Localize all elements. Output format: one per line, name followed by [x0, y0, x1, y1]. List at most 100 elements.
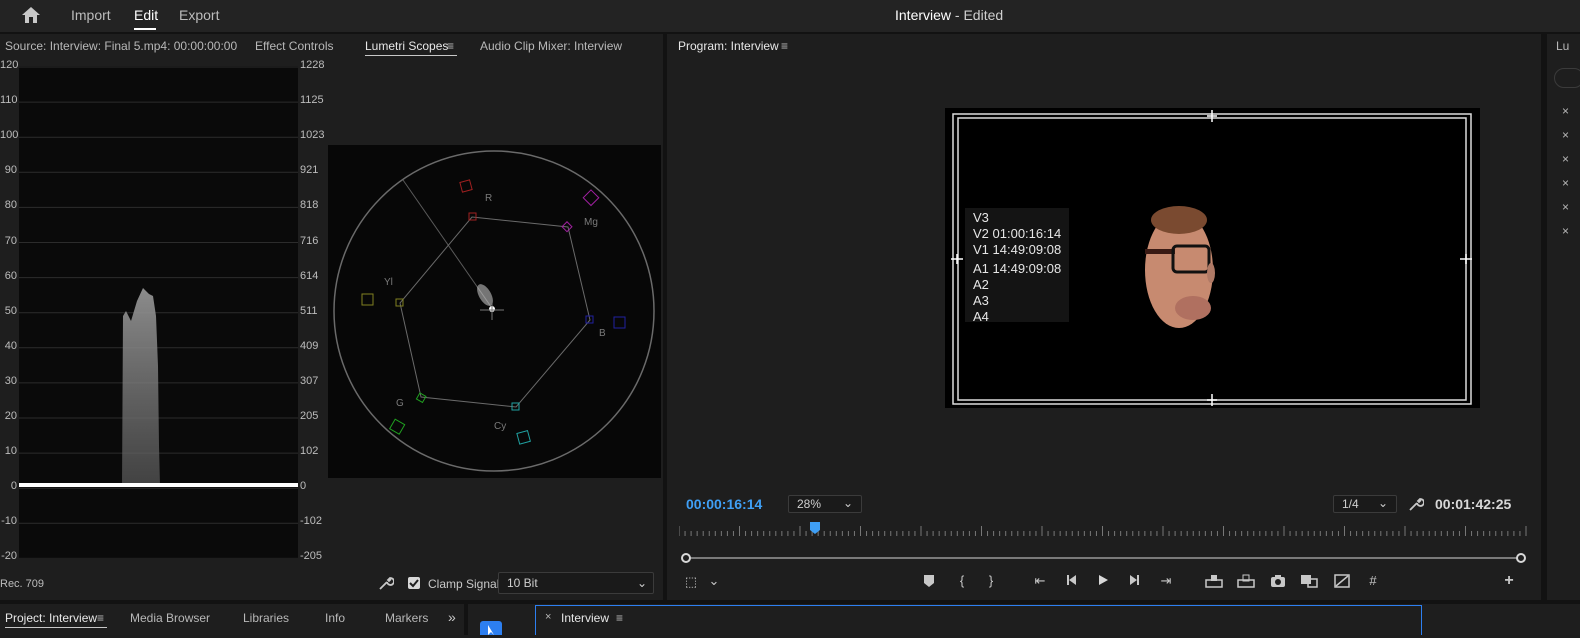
waveform-left-tick: 90 [4, 164, 17, 177]
waveform-left-tick: 40 [4, 339, 17, 352]
scrollbar-end-handle[interactable] [1516, 553, 1526, 563]
close-icon[interactable]: × [1562, 152, 1569, 166]
waveform-scope [19, 66, 298, 559]
close-icon[interactable]: × [1562, 176, 1569, 190]
extract-icon[interactable] [1237, 574, 1255, 591]
tab-timeline-interview[interactable]: Interview [561, 611, 609, 625]
waveform-left-tick: 20 [4, 410, 17, 422]
nav-edit[interactable]: Edit [134, 7, 158, 23]
document-title: Interview - Edited [895, 7, 1004, 23]
tab-media-browser[interactable]: Media Browser [130, 611, 210, 625]
search-input[interactable] [1554, 68, 1580, 88]
tab-source[interactable]: Source: Interview: Final 5.mp4: 00:00:00… [5, 39, 237, 53]
resolution-select[interactable]: 1/4 ⌄ [1333, 495, 1397, 513]
go-to-out-icon[interactable]: ⇥ [1157, 573, 1175, 589]
step-back-icon[interactable] [1064, 574, 1080, 589]
zoom-value: 28% [797, 497, 822, 511]
camera-icon[interactable] [1269, 574, 1287, 591]
close-icon[interactable]: × [1562, 224, 1569, 238]
more-tabs-icon[interactable]: » [448, 609, 456, 625]
vectorscope: R Mg Yl B G Cy [328, 145, 661, 478]
waveform-left-tick: -20 [1, 550, 17, 563]
vectorscope-label-yl: Yl [384, 277, 393, 288]
chevron-down-icon[interactable]: ⌄ [706, 573, 722, 589]
active-tab-underline [5, 627, 107, 628]
tab-audio-clip-mixer[interactable]: Audio Clip Mixer: Interview [480, 39, 622, 53]
overlay-v3: V3 [973, 210, 989, 225]
waveform-right-tick: -205 [300, 550, 323, 563]
chevron-down-icon: ⌄ [842, 496, 853, 510]
selection-tool-icon[interactable] [480, 621, 502, 635]
mark-out-icon[interactable]: } [983, 573, 999, 588]
comparison-view-icon[interactable] [1300, 574, 1318, 591]
waveform-right-tick: 1125 [300, 94, 324, 107]
timeline-panel [535, 605, 1422, 635]
panel-menu-icon[interactable]: ≡ [781, 39, 788, 53]
panel-menu-icon[interactable]: ≡ [447, 39, 454, 53]
close-icon[interactable]: × [1562, 128, 1569, 142]
tab-info[interactable]: Info [325, 611, 345, 625]
clamp-signal-checkbox[interactable] [408, 577, 420, 589]
waveform-right-tick: 409 [300, 339, 319, 352]
waveform-left-tick: 100 [0, 129, 19, 142]
proxy-toggle-icon[interactable] [1333, 574, 1351, 591]
waveform-right-tick: 1023 [300, 129, 325, 142]
vectorscope-label-cy: Cy [494, 421, 506, 432]
zoom-scrollbar[interactable] [681, 553, 1526, 563]
waveform-left-tick: 70 [4, 234, 17, 247]
home-icon[interactable] [20, 5, 42, 25]
nav-import[interactable]: Import [71, 7, 111, 23]
select-zoom-icon[interactable]: ⬚ [683, 574, 699, 590]
bit-depth-select[interactable]: 10 Bit ⌄ [498, 572, 654, 594]
tab-lumetri-stub[interactable]: Lu [1556, 39, 1569, 53]
add-button-icon[interactable]: + [1500, 572, 1518, 590]
panel-menu-icon[interactable]: ≡ [97, 611, 104, 625]
waveform-left-tick: 0 [10, 480, 17, 493]
step-forward-icon[interactable] [1126, 574, 1142, 589]
tab-lumetri-scopes[interactable]: Lumetri Scopes [365, 39, 448, 53]
waveform-black-line [19, 483, 298, 487]
nav-export[interactable]: Export [179, 7, 219, 23]
time-ruler[interactable] [678, 522, 1527, 540]
tab-libraries[interactable]: Libraries [243, 611, 289, 625]
close-icon[interactable]: × [1562, 200, 1569, 214]
waveform-right-tick: 511 [300, 304, 318, 317]
panel-menu-icon[interactable]: ≡ [616, 611, 623, 625]
go-to-in-icon[interactable]: ⇤ [1031, 573, 1049, 589]
play-icon[interactable] [1095, 574, 1111, 589]
playhead[interactable] [809, 522, 821, 534]
close-icon[interactable]: × [1562, 104, 1569, 118]
chevron-down-icon: ⌄ [636, 576, 647, 590]
tab-markers[interactable]: Markers [385, 611, 428, 625]
waveform-left-tick: 60 [4, 269, 17, 282]
tab-effect-controls[interactable]: Effect Controls [255, 39, 333, 53]
mark-in-icon[interactable]: { [954, 573, 970, 588]
tab-program[interactable]: Program: Interview [678, 39, 779, 53]
overlay-a1: A1 14:49:09:08 [973, 261, 1062, 276]
waveform-trace [122, 288, 160, 486]
zoom-select[interactable]: 28% ⌄ [788, 495, 862, 513]
waveform-right-tick: 1228 [300, 59, 325, 71]
overlay-a2: A2 [973, 277, 989, 292]
add-marker-icon[interactable] [921, 574, 937, 591]
waveform-right-tick: 205 [300, 410, 319, 422]
waveform-right-tick: 0 [300, 480, 307, 493]
vectorscope-label-mg: Mg [584, 217, 598, 228]
overlay-v1: V1 14:49:09:08 [973, 242, 1062, 257]
current-timecode[interactable]: 00:00:16:14 [686, 496, 762, 512]
waveform-right-tick: 307 [300, 374, 319, 387]
waveform-right-tick: 818 [300, 199, 319, 212]
wrench-icon[interactable] [378, 575, 395, 594]
panel-splitter[interactable] [464, 604, 468, 635]
scrollbar-start-handle[interactable] [681, 553, 691, 563]
tab-project[interactable]: Project: Interview [5, 611, 97, 625]
duration-timecode: 00:01:42:25 [1435, 496, 1512, 512]
vectorscope-label-r: R [485, 193, 492, 204]
waveform-right-tick: 921 [300, 164, 319, 177]
settings-wrench-icon[interactable] [1408, 496, 1425, 515]
lift-icon[interactable] [1205, 574, 1223, 591]
close-tab-icon[interactable]: × [545, 611, 551, 623]
waveform-left-tick: 50 [4, 304, 17, 317]
grid-icon[interactable]: # [1364, 573, 1382, 588]
chevron-down-icon: ⌄ [1377, 496, 1388, 510]
